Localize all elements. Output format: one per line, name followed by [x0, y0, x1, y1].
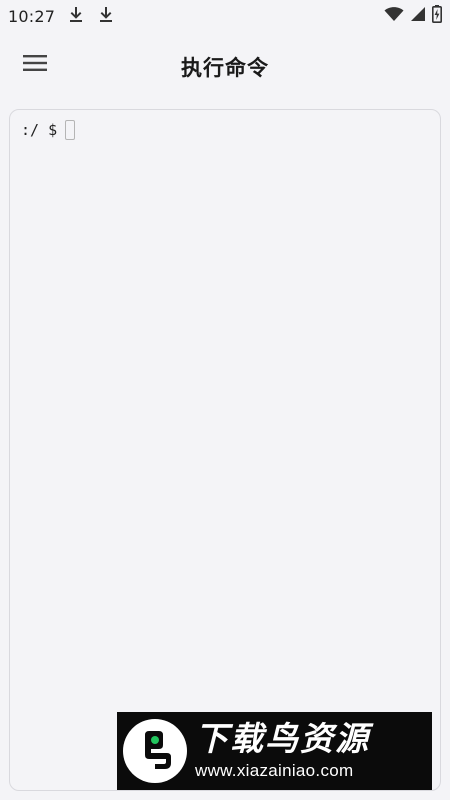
notification-icons [69, 6, 113, 27]
battery-icon [432, 4, 442, 28]
bird-logo-icon [129, 723, 181, 780]
status-time: 10:27 [8, 6, 56, 26]
command-input[interactable] [65, 120, 76, 140]
signal-icon [410, 6, 426, 27]
watermark: 下载鸟资源 www.xiazainiao.com [117, 712, 432, 790]
download-icon [69, 6, 83, 27]
watermark-text: 下载鸟资源 www.xiazainiao.com [195, 720, 370, 782]
terminal-line: :/ $ [21, 120, 76, 140]
status-bar: 10:27 [0, 0, 450, 32]
download-icon [99, 6, 113, 27]
watermark-url: www.xiazainiao.com [195, 761, 354, 780]
wifi-icon [384, 6, 404, 27]
watermark-logo [123, 719, 187, 783]
status-right [384, 4, 442, 28]
terminal-panel[interactable]: :/ $ [9, 109, 441, 791]
page-title: 执行命令 [181, 56, 269, 80]
app-bar: 执行命令 [0, 40, 450, 92]
watermark-title: 下载鸟资源 [195, 719, 370, 758]
terminal-prompt: :/ $ [21, 121, 58, 139]
status-left: 10:27 [8, 6, 113, 27]
